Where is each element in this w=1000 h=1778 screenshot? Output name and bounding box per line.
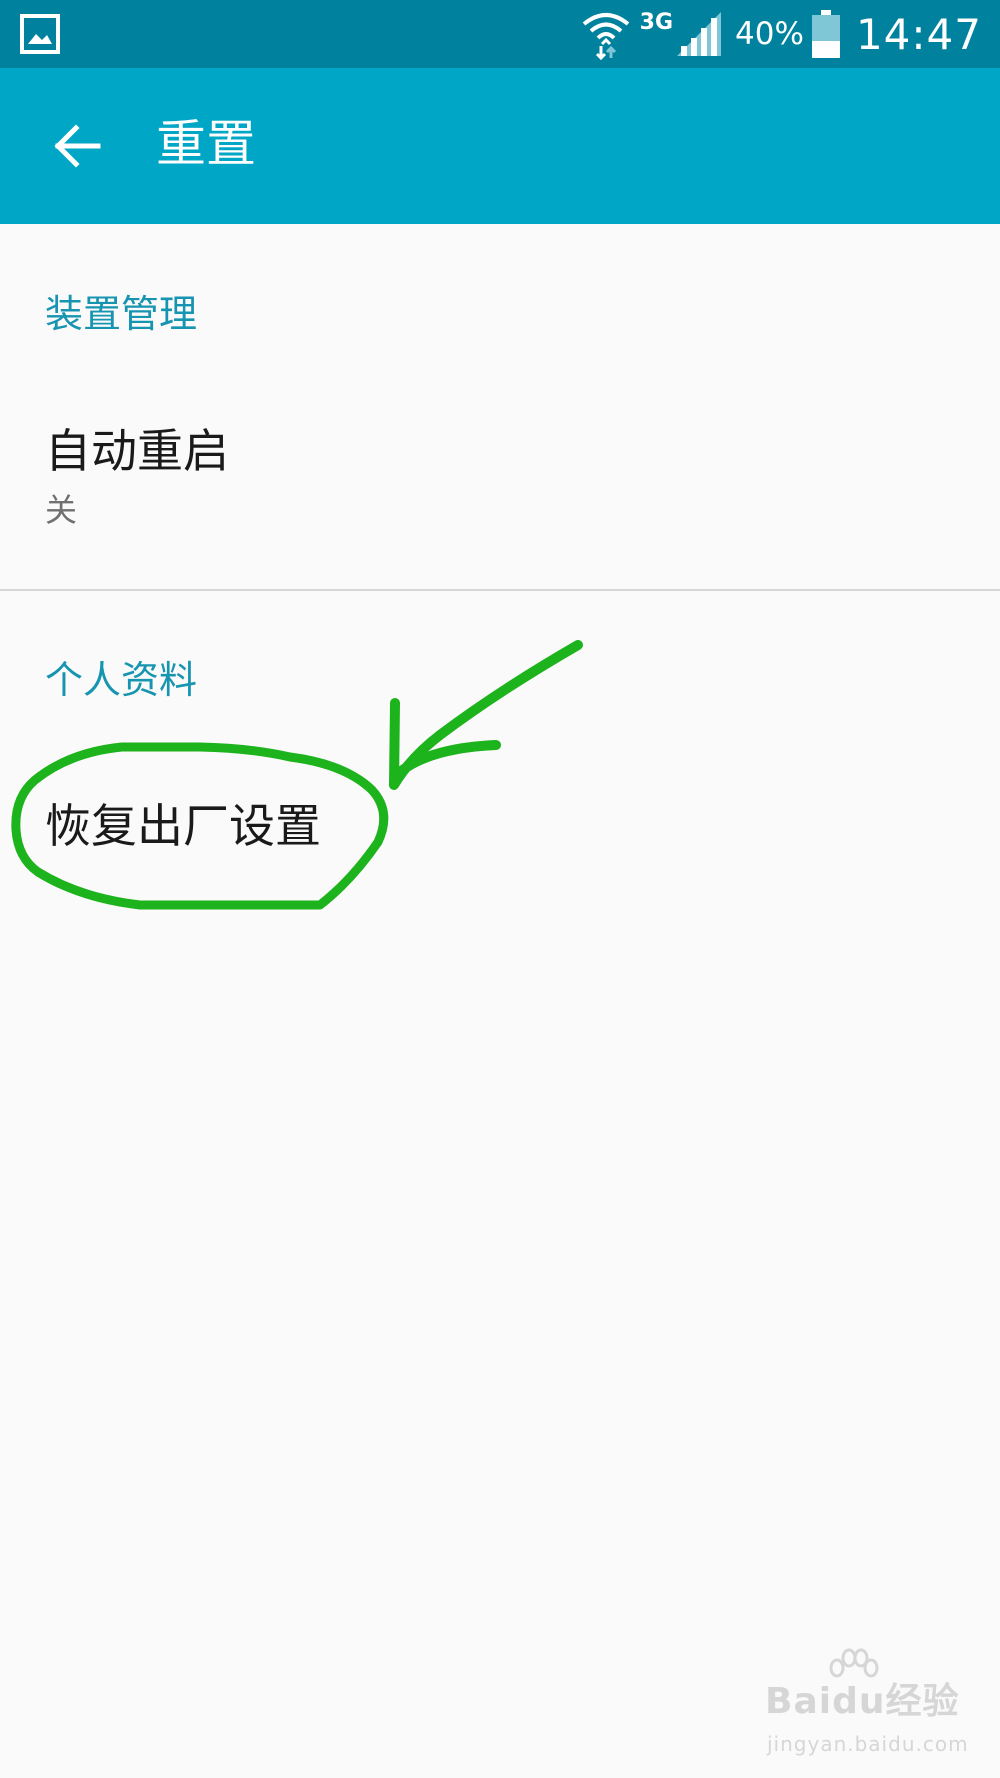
status-indicators: 3G 40% 14:47 — [580, 0, 982, 68]
watermark: Baidu经验 jingyan.baidu.com — [765, 1648, 968, 1758]
watermark-url: jingyan.baidu.com — [767, 1732, 969, 1756]
battery-percent: 40% — [735, 16, 804, 52]
annotation-arrow — [389, 640, 583, 790]
gallery-icon — [20, 14, 60, 54]
app-bar: 重置 — [0, 68, 1000, 224]
watermark-brand: Baidu经验 — [765, 1681, 960, 1722]
back-button[interactable] — [38, 114, 118, 178]
status-bar: 3G 40% 14:47 — [0, 0, 1000, 68]
divider — [0, 589, 1000, 591]
wifi-icon — [582, 13, 629, 60]
list-item-title: 自动重启 — [45, 424, 229, 478]
annotation-overlay — [11, 640, 583, 910]
list-item-factory-reset[interactable]: 恢复出厂设置 — [0, 775, 1000, 885]
section-header-device-management: 装置管理 — [45, 292, 198, 336]
list-item-subtitle: 关 — [45, 491, 78, 529]
page-title: 重置 — [156, 115, 256, 173]
list-item-title: 恢复出厂设置 — [45, 799, 321, 853]
network-type-label: 3G — [639, 10, 674, 35]
arrow-left-icon — [54, 124, 101, 168]
clock: 14:47 — [855, 9, 982, 59]
battery-icon — [811, 10, 840, 58]
list-item-auto-restart[interactable]: 自动重启 关 — [0, 410, 1000, 560]
section-header-personal-data: 个人资料 — [45, 658, 198, 702]
signal-icon — [677, 12, 722, 56]
